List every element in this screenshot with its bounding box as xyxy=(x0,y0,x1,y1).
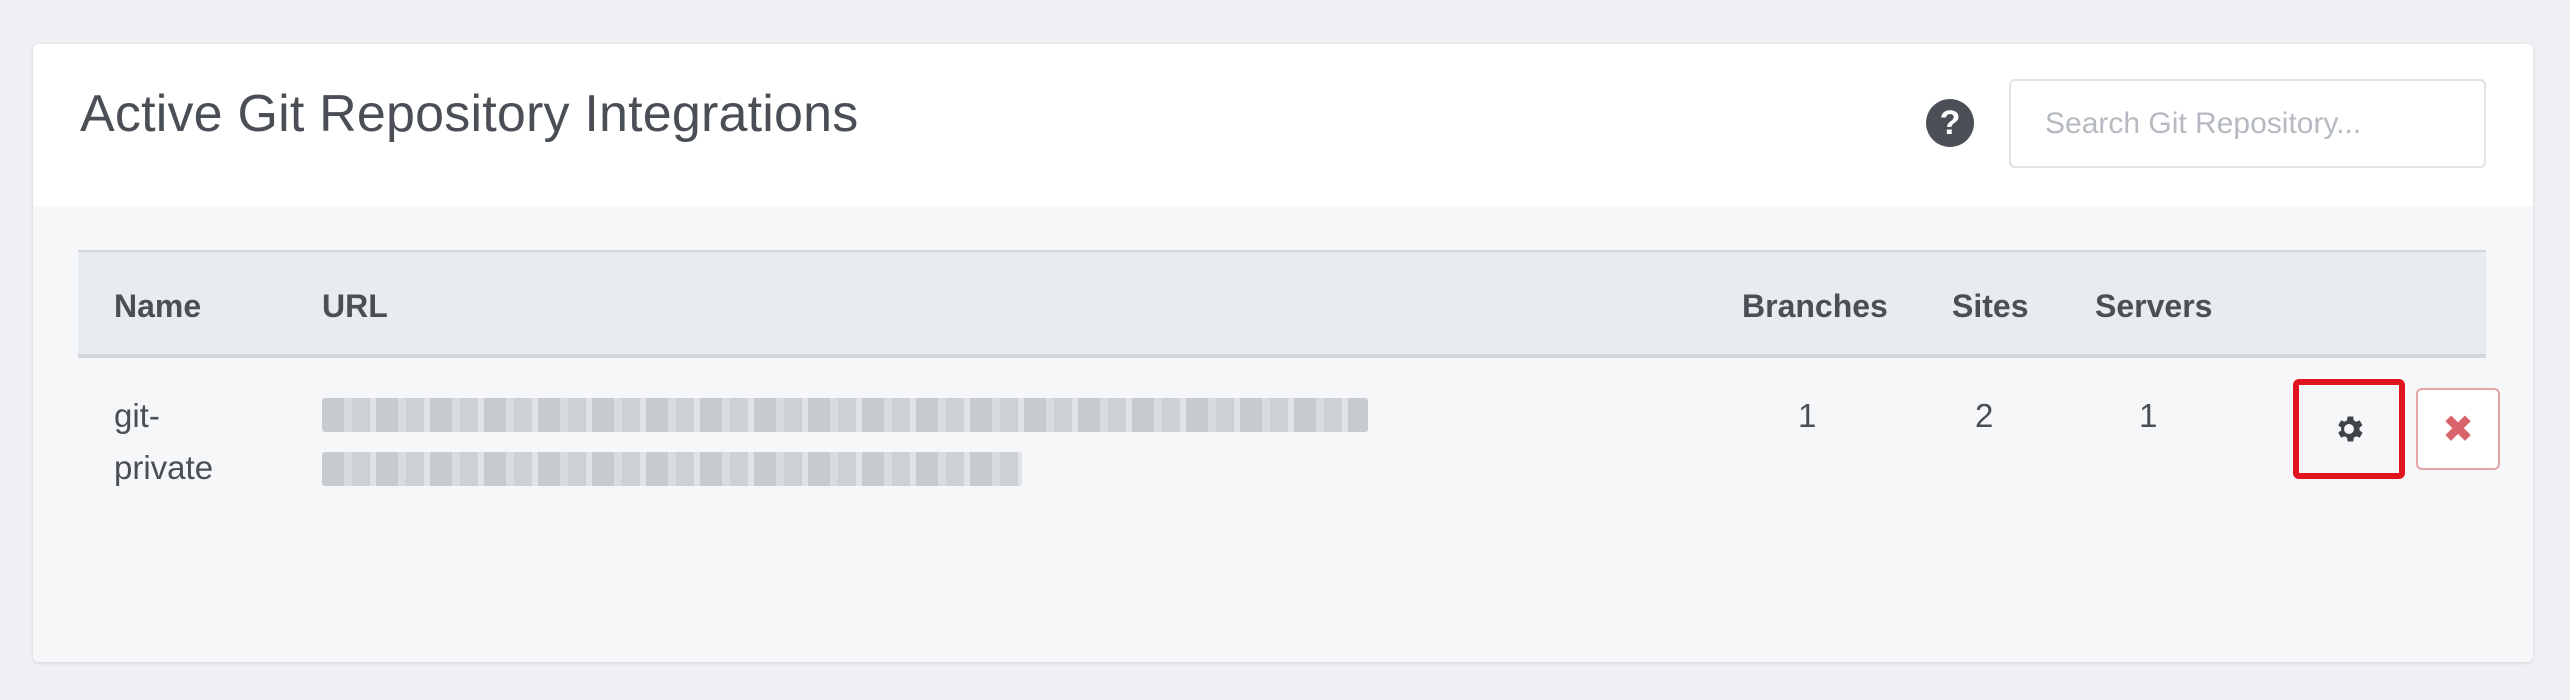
column-header-servers: Servers xyxy=(2095,288,2213,324)
repo-name-line1: git- xyxy=(114,397,160,434)
column-header-sites: Sites xyxy=(1952,288,2029,324)
delete-button[interactable]: ✖ xyxy=(2416,388,2500,470)
table-header: Name URL Branches Sites Servers xyxy=(78,250,2486,358)
column-header-name: Name xyxy=(114,288,202,324)
close-icon: ✖ xyxy=(2442,408,2474,451)
question-circle-icon[interactable]: ? xyxy=(1926,99,1974,147)
gear-icon xyxy=(2338,416,2363,442)
git-integrations-card: Active Git Repository Integrations ? Nam… xyxy=(33,44,2533,662)
table-row: git- private 1 2 1 ✖ xyxy=(78,358,2500,518)
servers-count: 1 xyxy=(2139,397,2158,434)
repo-url-blurred xyxy=(322,398,1382,506)
search-input[interactable] xyxy=(2009,79,2486,168)
card-header: Active Git Repository Integrations ? xyxy=(33,44,2533,206)
repo-name-line2: private xyxy=(114,449,214,486)
card-body: Name URL Branches Sites Servers git- pri… xyxy=(33,206,2533,662)
branches-count: 1 xyxy=(1798,397,1817,434)
repositories-table: Name URL Branches Sites Servers git- pri… xyxy=(78,250,2500,518)
settings-button[interactable] xyxy=(2293,379,2405,479)
column-header-url: URL xyxy=(322,288,388,324)
page-title: Active Git Repository Integrations xyxy=(80,85,859,143)
repo-name: git- private xyxy=(114,390,213,494)
sites-count: 2 xyxy=(1975,397,1994,434)
column-header-branches: Branches xyxy=(1742,288,1888,324)
